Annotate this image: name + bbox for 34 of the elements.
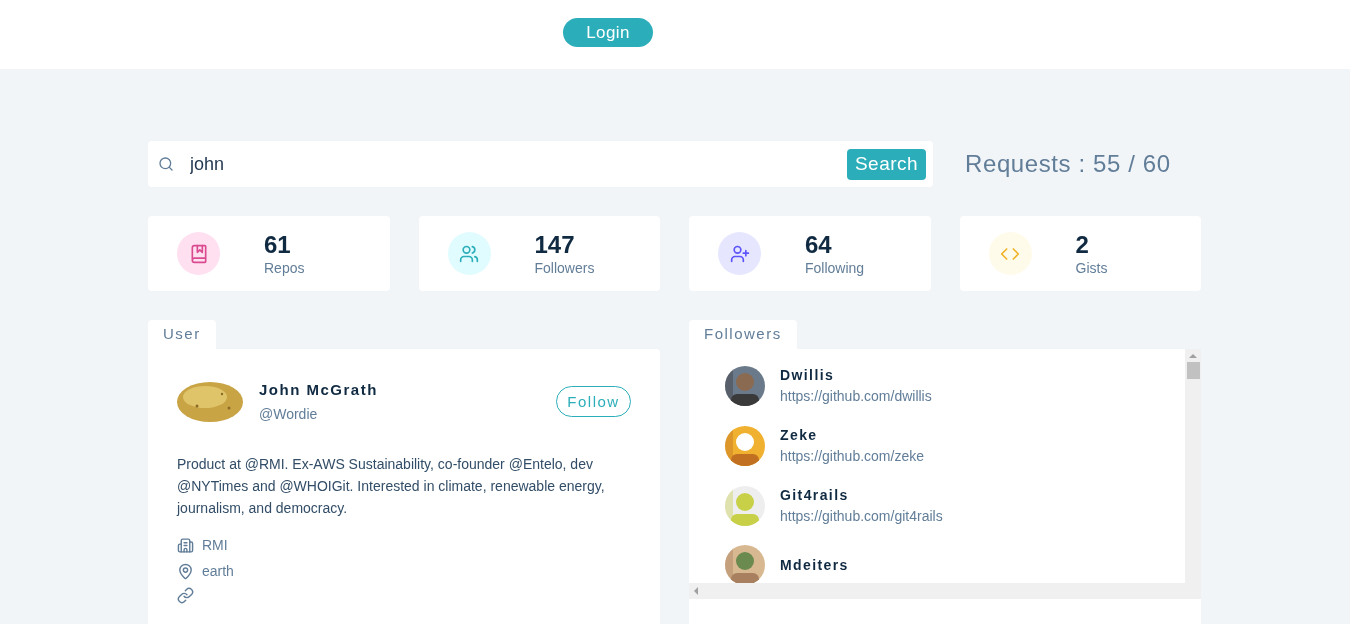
- requests-counter: Requests : 55 / 60: [965, 149, 1171, 179]
- user-handle: @Wordie: [259, 404, 319, 424]
- stat-value: 64: [805, 230, 833, 259]
- search-icon: [158, 156, 174, 172]
- company-text: RMI: [202, 535, 228, 555]
- follower-name: Dwillis: [780, 366, 836, 385]
- vertical-scrollbar[interactable]: [1185, 349, 1201, 583]
- stat-label: Following: [805, 258, 865, 277]
- location-pin-icon: [177, 562, 194, 580]
- search-button[interactable]: Search: [846, 148, 926, 180]
- follower-link[interactable]: https://github.com/zeke: [780, 446, 924, 467]
- user-name: John McGrath: [259, 380, 378, 400]
- stat-value: 61: [264, 230, 292, 259]
- login-button[interactable]: Login: [563, 18, 653, 47]
- book-icon: [177, 232, 220, 275]
- users-icon: [447, 232, 491, 275]
- code-icon: [988, 232, 1032, 275]
- user-plus-icon: [718, 232, 761, 275]
- stat-label: Repos: [264, 258, 305, 277]
- search-field[interactable]: john Search: [148, 141, 933, 187]
- stat-value: 2: [1075, 230, 1090, 259]
- location-text: earth: [202, 561, 234, 581]
- stat-label: Followers: [534, 258, 595, 277]
- stat-value: 147: [534, 230, 576, 259]
- horizontal-scrollbar[interactable]: [689, 583, 1201, 599]
- follower-name: Mdeiters: [780, 555, 849, 575]
- stat-label: Gists: [1075, 258, 1108, 277]
- building-icon: [177, 536, 194, 554]
- user-bio: Product at @RMI. Ex-AWS Sustainability, co-founder @Entelo, dev @NYTimes and @WHOIGit. Interested in climate, renewable energy, journalism, and democracy.: [177, 454, 606, 518]
- follower-name: Git4rails: [780, 486, 850, 505]
- follower-name: Zeke: [780, 426, 819, 445]
- follower-link[interactable]: https://github.com/git4rails: [780, 506, 943, 527]
- follower-link[interactable]: https://github.com/dwillis: [780, 386, 932, 407]
- link-icon: [177, 586, 194, 604]
